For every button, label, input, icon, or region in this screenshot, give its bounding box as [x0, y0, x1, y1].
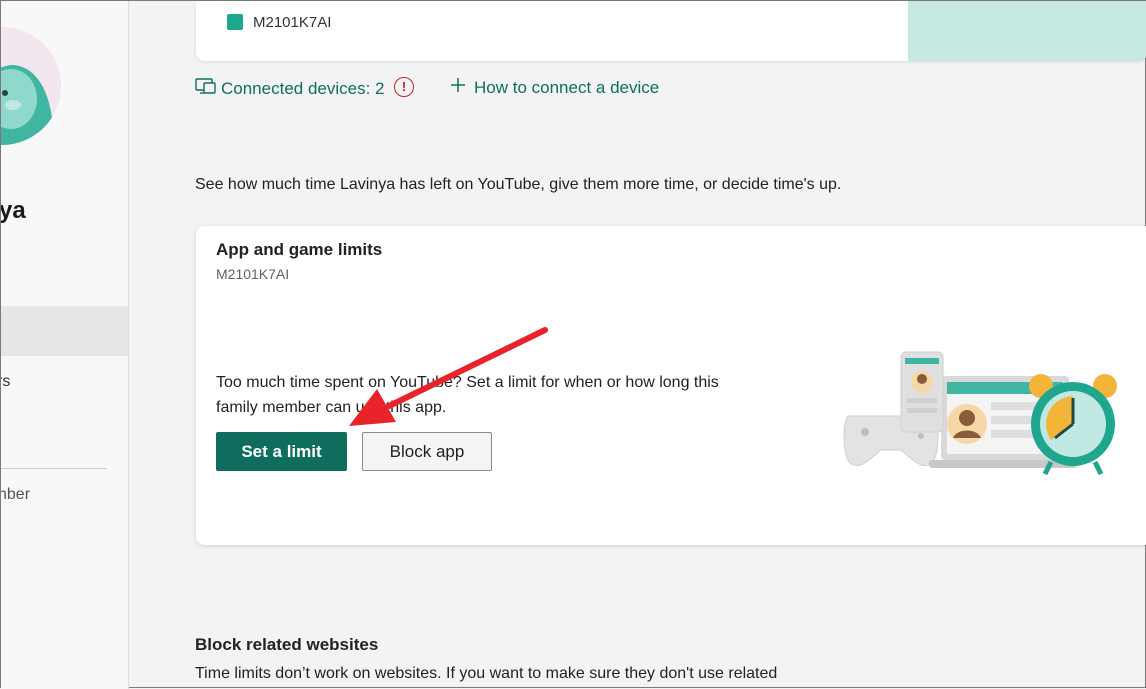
sidebar-item[interactable]: rs — [1, 373, 10, 391]
alert-icon[interactable]: ! — [394, 77, 414, 97]
plus-icon — [450, 77, 466, 98]
block-websites-text: Time limits don’t work on websites. If y… — [195, 665, 778, 682]
connected-devices-link[interactable]: Connected devices: 2 — [195, 77, 385, 100]
avatar-illustration — [1, 27, 61, 145]
intro-text: See how much time Lavinya has left on Yo… — [195, 176, 842, 193]
device-card: M2101K7AI — [196, 1, 1146, 61]
block-app-button[interactable]: Block app — [362, 432, 492, 471]
card-title: App and game limits — [216, 240, 383, 259]
devices-icon — [195, 77, 217, 100]
connected-devices-label: Connected devices: 2 — [221, 78, 385, 98]
card-description: Too much time spent on YouTube? Set a li… — [216, 374, 719, 416]
device-card-panel — [908, 1, 1146, 61]
how-to-connect-link[interactable]: How to connect a device — [450, 77, 659, 98]
sidebar: ya rs nber — [1, 1, 129, 689]
sidebar-divider — [1, 468, 107, 469]
avatar — [1, 27, 61, 145]
card-device-name: M2101K7AI — [216, 266, 290, 282]
device-color-swatch — [227, 14, 243, 30]
sidebar-item-member[interactable]: nber — [1, 486, 30, 504]
app-limits-card: App and game limits M2101K7AI Too much t… — [196, 226, 1146, 545]
sidebar-item-selected[interactable] — [1, 306, 128, 356]
member-name: ya — [1, 197, 26, 224]
devices-illustration — [843, 351, 1117, 476]
how-to-connect-label: How to connect a device — [474, 77, 660, 97]
set-limit-button[interactable]: Set a limit — [216, 432, 347, 471]
block-websites-heading: Block related websites — [195, 635, 379, 654]
device-name: M2101K7AI — [253, 14, 332, 31]
